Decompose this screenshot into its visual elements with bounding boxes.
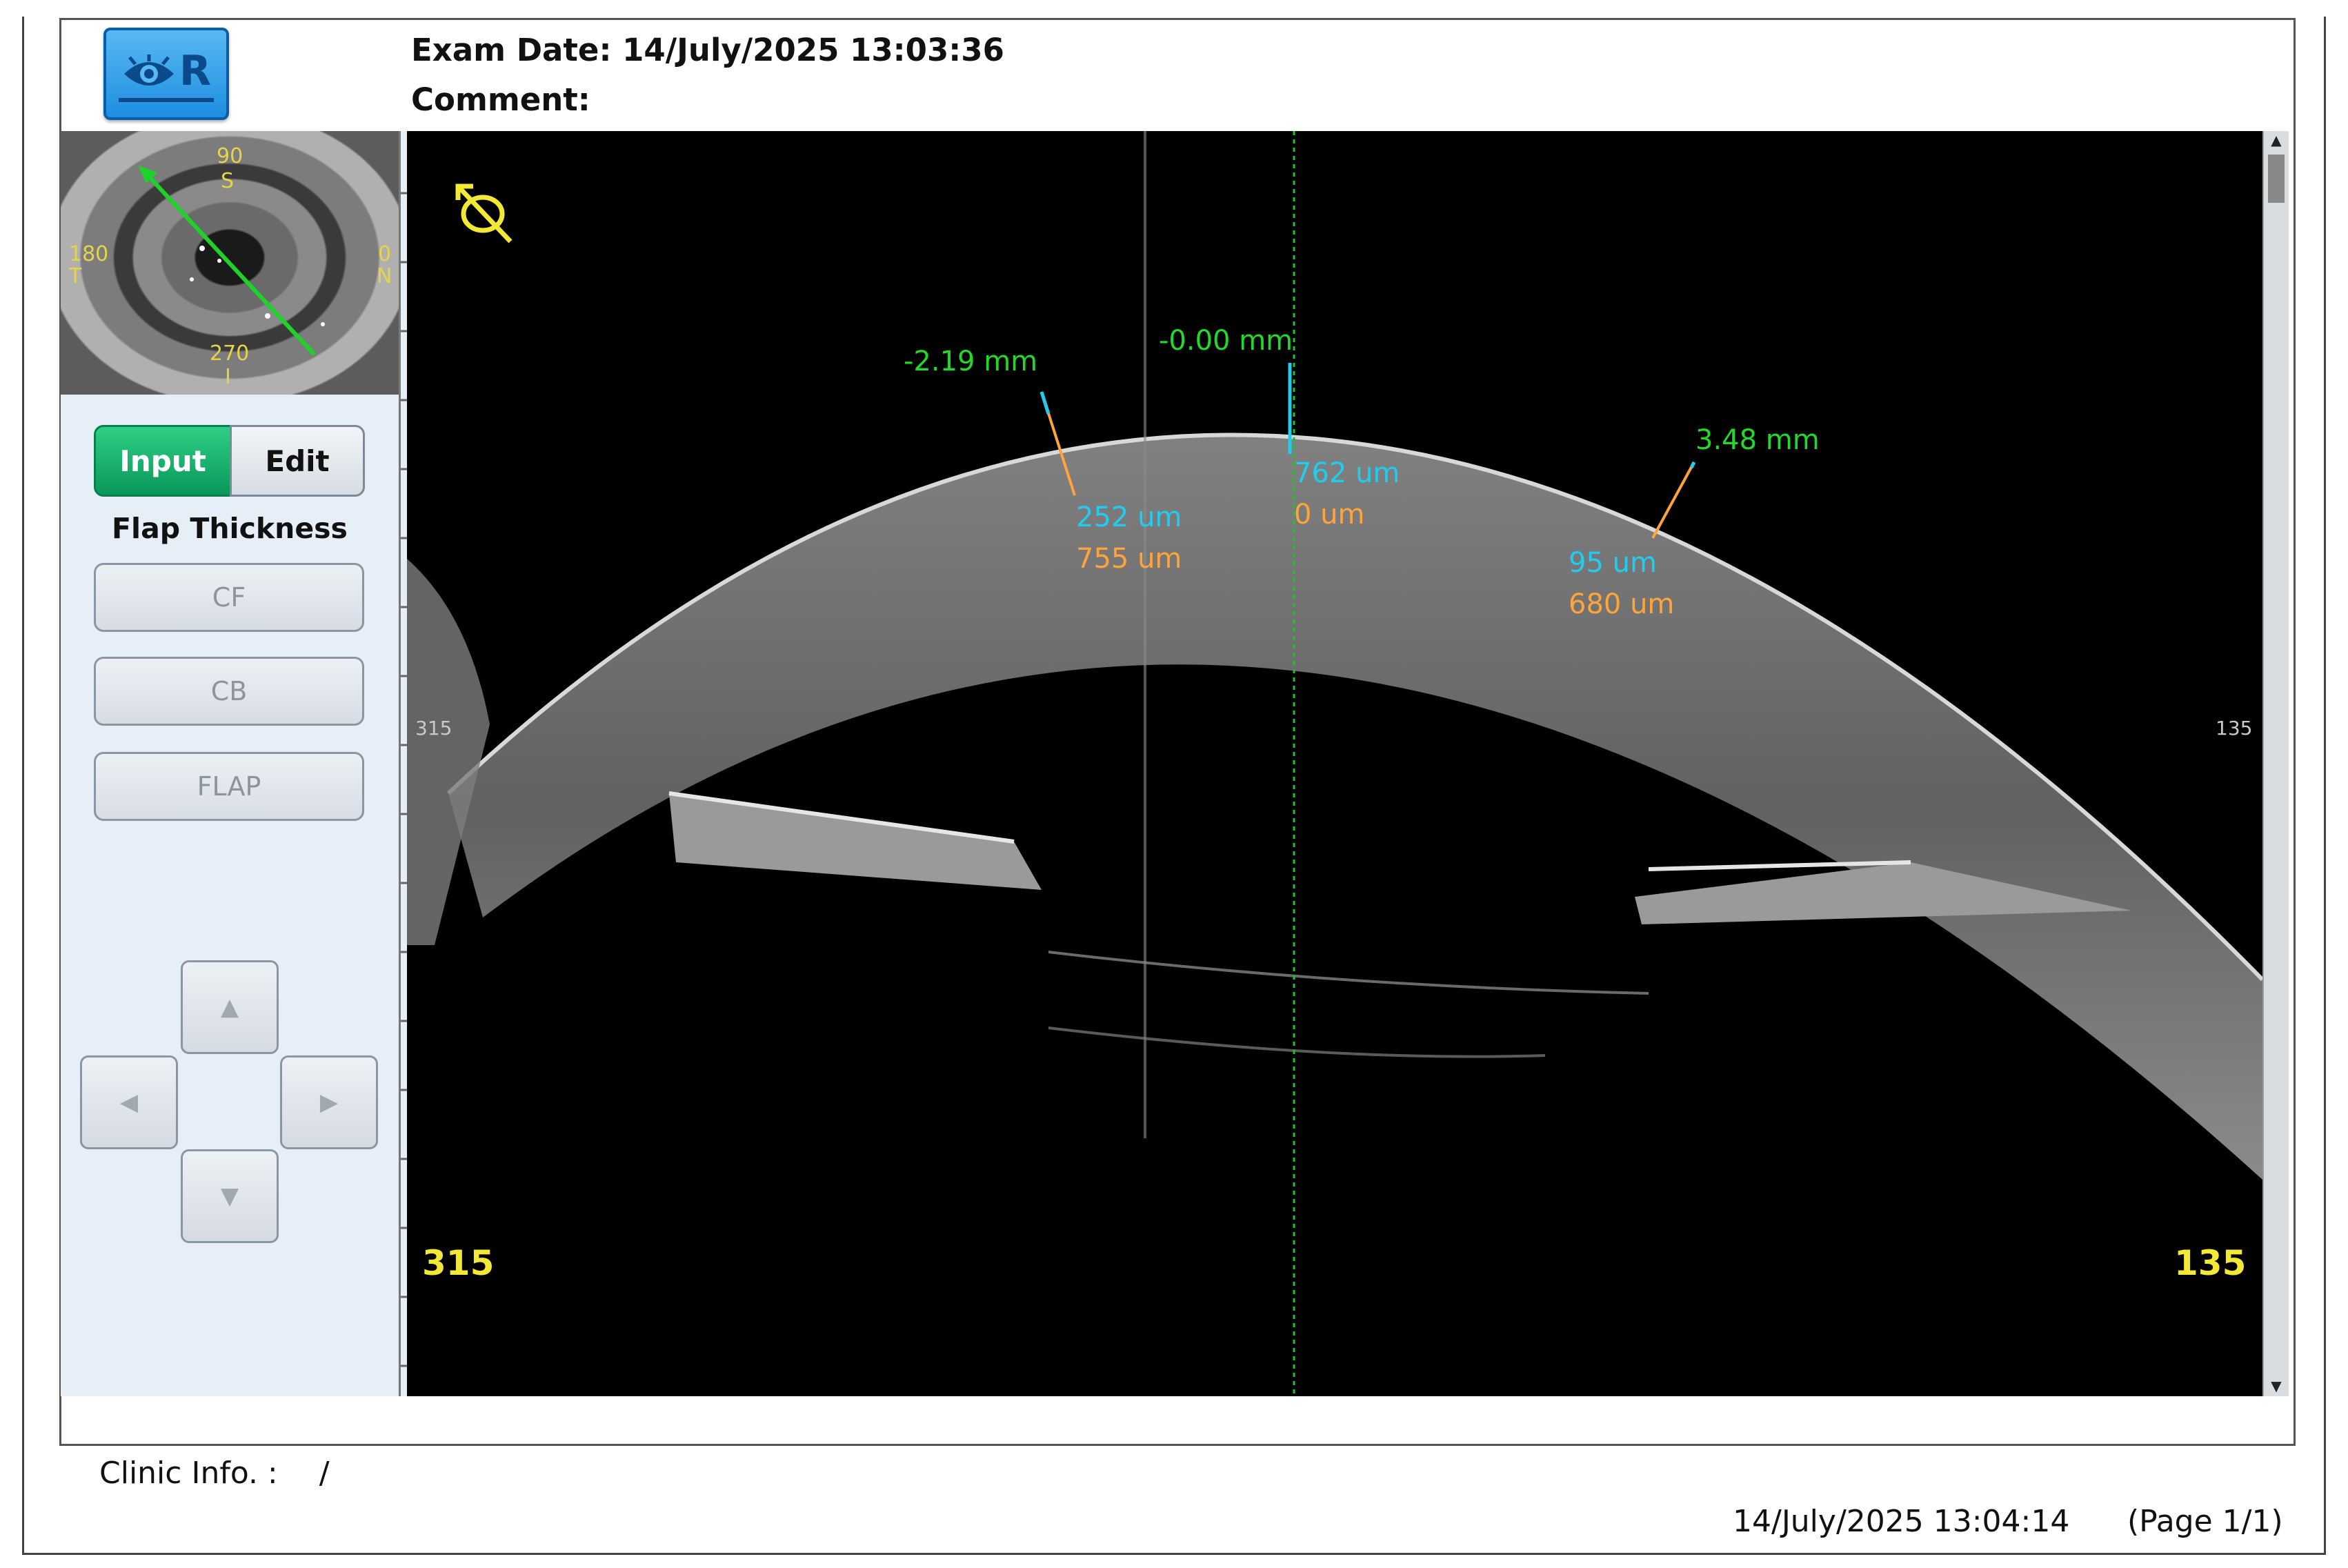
- badge-underline: [119, 98, 214, 102]
- clinic-info: Clinic Info. : /: [99, 1456, 330, 1491]
- left-angle-small: 315: [415, 717, 452, 740]
- measure-3-total: 680 um: [1569, 588, 1675, 620]
- triangle-left-icon: ◀: [119, 1089, 139, 1116]
- left-angle-label: 315: [422, 1243, 495, 1283]
- measure-3-position: 3.48 mm: [1695, 424, 1820, 456]
- flap-thickness-title: Flap Thickness: [112, 512, 348, 545]
- eye-side-letter: R: [179, 47, 212, 95]
- thumb-label-i: I: [225, 365, 231, 389]
- right-angle-label: 135: [2174, 1243, 2247, 1283]
- nav-up-button[interactable]: ▲: [181, 960, 279, 1054]
- measure-2-total: 0 um: [1294, 499, 1365, 530]
- measure-1-total: 755 um: [1076, 543, 1182, 575]
- exam-date-line: Exam Date: 14/July/2025 13:03:36: [411, 32, 1004, 68]
- thumb-label-n: N: [377, 264, 392, 288]
- flap-button[interactable]: FLAP: [94, 752, 364, 821]
- exam-date-label: Exam Date:: [411, 32, 612, 68]
- measure-1-position: -2.19 mm: [904, 346, 1038, 377]
- clinic-info-label: Clinic Info. :: [99, 1456, 278, 1491]
- scroll-thumb[interactable]: [2268, 155, 2285, 203]
- input-mode-button[interactable]: Input: [94, 425, 232, 497]
- comment-line: Comment:: [411, 81, 590, 118]
- thumb-label-t: T: [69, 264, 82, 288]
- print-date: 14/July/2025 13:04:14: [1733, 1504, 2070, 1539]
- page-number: (Page 1/1): [2127, 1504, 2283, 1539]
- thumb-label-0: 0: [378, 242, 392, 266]
- cb-button[interactable]: CB: [94, 657, 364, 726]
- thumb-label-270: 270: [210, 341, 250, 366]
- comment-label: Comment:: [411, 81, 590, 118]
- oct-anterior-segment: [407, 131, 2262, 1396]
- triangle-down-icon: ▼: [220, 1182, 239, 1210]
- thumb-label-s: S: [221, 169, 235, 193]
- hide-overlay-icon: [455, 183, 513, 244]
- vertical-ruler: [399, 131, 408, 1396]
- cf-button[interactable]: CF: [94, 563, 364, 632]
- eye-thumbnail[interactable]: 90 S 180 T 0 N 270 I: [61, 131, 399, 395]
- edit-mode-button[interactable]: Edit: [230, 425, 365, 497]
- measure-1-flap: 252 um: [1076, 502, 1182, 533]
- scroll-up-icon[interactable]: ▲: [2264, 131, 2289, 149]
- measure-2-flap: 762 um: [1294, 457, 1400, 489]
- vertical-scrollbar[interactable]: ▲ ▼: [2262, 131, 2289, 1396]
- triangle-up-icon: ▲: [220, 993, 239, 1021]
- thumb-label-90: 90: [217, 144, 243, 168]
- report-page: R Exam Date: 14/July/2025 13:03:36 Comme…: [0, 0, 2348, 1568]
- right-angle-small: 135: [2216, 717, 2253, 740]
- scroll-down-icon[interactable]: ▼: [2264, 1377, 2289, 1395]
- clinic-info-value: /: [319, 1456, 330, 1491]
- exam-date-value: 14/July/2025 13:03:36: [622, 32, 1004, 68]
- thumb-label-180: 180: [69, 242, 109, 266]
- eye-icon: [123, 54, 174, 86]
- oct-scan-image[interactable]: -2.19 mm 252 um 755 um -0.00 mm 762 um 0…: [407, 131, 2262, 1396]
- measure-3-flap: 95 um: [1569, 547, 1657, 579]
- nav-down-button[interactable]: ▼: [181, 1149, 279, 1243]
- nav-right-button[interactable]: ▶: [280, 1055, 378, 1149]
- triangle-right-icon: ▶: [319, 1089, 339, 1116]
- nav-left-button[interactable]: ◀: [80, 1055, 178, 1149]
- right-eye-badge: R: [103, 28, 229, 120]
- measure-2-position: -0.00 mm: [1159, 325, 1293, 357]
